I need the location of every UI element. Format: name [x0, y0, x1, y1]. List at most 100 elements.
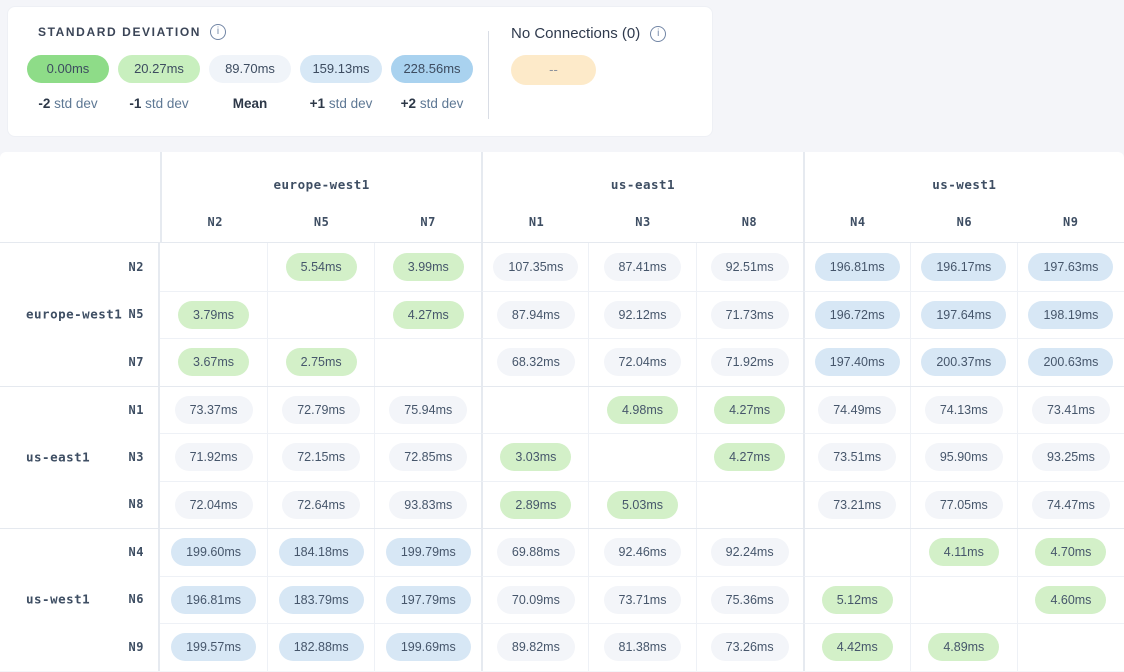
latency-pill[interactable]: 93.83ms: [389, 491, 467, 519]
latency-pill[interactable]: 197.79ms: [386, 586, 471, 614]
latency-pill[interactable]: 4.42ms: [822, 633, 893, 661]
matrix-row-N7: N7 3.67ms 2.75ms 68.32ms 72.04ms 71.92ms 197.4…: [0, 338, 1124, 386]
latency-pill[interactable]: 197.63ms: [1028, 253, 1113, 281]
latency-cell: 197.63ms: [1017, 243, 1124, 291]
latency-pill[interactable]: 70.09ms: [497, 586, 575, 614]
latency-pill[interactable]: 71.92ms: [175, 443, 253, 471]
latency-cell: 4.11ms: [910, 529, 1017, 576]
latency-pill[interactable]: 199.69ms: [386, 633, 471, 661]
latency-pill[interactable]: 92.51ms: [711, 253, 789, 281]
latency-pill[interactable]: 69.88ms: [497, 538, 575, 566]
latency-pill[interactable]: 2.75ms: [286, 348, 357, 376]
latency-pill[interactable]: 74.13ms: [925, 396, 1003, 424]
latency-cell: 72.04ms: [160, 481, 267, 529]
latency-pill[interactable]: 196.81ms: [815, 253, 900, 281]
latency-pill[interactable]: 92.46ms: [604, 538, 682, 566]
latency-pill[interactable]: 4.27ms: [714, 443, 785, 471]
latency-pill[interactable]: 87.94ms: [497, 301, 575, 329]
row-node-label: N1: [129, 403, 144, 417]
latency-cell: 81.38ms: [588, 623, 695, 671]
column-header-N2: N2: [162, 202, 268, 242]
latency-pill[interactable]: 3.99ms: [393, 253, 464, 281]
latency-pill[interactable]: 5.12ms: [822, 586, 893, 614]
latency-pill[interactable]: 71.73ms: [711, 301, 789, 329]
latency-pill[interactable]: 73.71ms: [604, 586, 682, 614]
latency-pill[interactable]: 3.03ms: [500, 443, 571, 471]
latency-pill[interactable]: 92.12ms: [604, 301, 682, 329]
latency-pill[interactable]: 75.94ms: [389, 396, 467, 424]
column-group-us-east1: us-east1N1N3N8: [481, 152, 802, 242]
latency-pill[interactable]: 4.11ms: [929, 538, 999, 566]
latency-pill[interactable]: 92.24ms: [711, 538, 789, 566]
latency-cell: 75.36ms: [696, 576, 803, 624]
latency-cell: 72.04ms: [588, 338, 695, 386]
latency-pill[interactable]: 4.70ms: [1035, 538, 1106, 566]
latency-pill[interactable]: 3.79ms: [178, 301, 249, 329]
latency-pill[interactable]: 4.98ms: [607, 396, 678, 424]
matrix-row-N9: N9199.57ms182.88ms199.69ms89.82ms81.38ms…: [0, 623, 1124, 671]
matrix-row-N1: N1 73.37ms 72.79ms 75.94ms 4.98ms 4.27ms 74.49…: [0, 386, 1124, 434]
latency-pill[interactable]: 73.21ms: [818, 491, 896, 519]
latency-pill[interactable]: 75.36ms: [711, 586, 789, 614]
latency-pill[interactable]: 87.41ms: [604, 253, 682, 281]
latency-pill[interactable]: 73.37ms: [175, 396, 253, 424]
latency-pill[interactable]: 73.26ms: [711, 633, 789, 661]
no-connections-pill: --: [511, 55, 596, 85]
latency-pill[interactable]: 93.25ms: [1032, 443, 1110, 471]
latency-cell: 73.26ms: [696, 623, 803, 671]
latency-pill[interactable]: 199.57ms: [171, 633, 256, 661]
no-connections-info-icon[interactable]: i: [650, 26, 666, 42]
latency-pill[interactable]: 72.15ms: [282, 443, 360, 471]
row-node-label: N7: [129, 355, 144, 369]
no-connections-legend: No Connections (0) i --: [511, 25, 666, 85]
latency-pill[interactable]: 197.64ms: [921, 301, 1006, 329]
latency-pill[interactable]: 5.54ms: [286, 253, 357, 281]
latency-cell: 5.03ms: [588, 481, 695, 529]
latency-pill[interactable]: 95.90ms: [925, 443, 1003, 471]
latency-pill[interactable]: 4.27ms: [393, 301, 464, 329]
latency-pill[interactable]: 199.79ms: [386, 538, 471, 566]
latency-cell: 92.24ms: [696, 529, 803, 576]
latency-cell: 93.25ms: [1017, 433, 1124, 481]
latency-pill[interactable]: 2.89ms: [500, 491, 571, 519]
latency-pill[interactable]: 196.72ms: [815, 301, 900, 329]
latency-pill[interactable]: 68.32ms: [497, 348, 575, 376]
latency-pill[interactable]: 5.03ms: [607, 491, 678, 519]
latency-pill[interactable]: 182.88ms: [279, 633, 364, 661]
latency-cell: 200.37ms: [910, 338, 1017, 386]
latency-pill[interactable]: 3.67ms: [178, 348, 249, 376]
latency-pill[interactable]: 72.04ms: [175, 491, 253, 519]
latency-pill[interactable]: 81.38ms: [604, 633, 682, 661]
latency-pill[interactable]: 74.49ms: [818, 396, 896, 424]
column-header-N7: N7: [375, 202, 481, 242]
std-dev-pill-plus1: 159.13ms: [300, 55, 382, 83]
latency-pill[interactable]: 72.85ms: [389, 443, 467, 471]
latency-pill[interactable]: 77.05ms: [925, 491, 1003, 519]
latency-pill[interactable]: 183.79ms: [279, 586, 364, 614]
latency-pill[interactable]: 200.37ms: [921, 348, 1006, 376]
latency-pill[interactable]: 198.19ms: [1028, 301, 1113, 329]
column-region-label: us-west1: [805, 152, 1124, 202]
std-dev-info-icon[interactable]: i: [210, 24, 226, 40]
latency-pill[interactable]: 4.60ms: [1035, 586, 1106, 614]
latency-pill[interactable]: 74.47ms: [1032, 491, 1110, 519]
latency-pill[interactable]: 200.63ms: [1028, 348, 1113, 376]
latency-cell: 93.83ms: [374, 481, 481, 529]
latency-pill[interactable]: 199.60ms: [171, 538, 256, 566]
latency-pill[interactable]: 197.40ms: [815, 348, 900, 376]
latency-pill[interactable]: 72.79ms: [282, 396, 360, 424]
latency-pill[interactable]: 89.82ms: [497, 633, 575, 661]
latency-pill[interactable]: 4.27ms: [714, 396, 785, 424]
latency-pill[interactable]: 4.89ms: [928, 633, 999, 661]
latency-pill[interactable]: 71.92ms: [711, 348, 789, 376]
latency-pill[interactable]: 107.35ms: [493, 253, 578, 281]
latency-pill[interactable]: 73.51ms: [818, 443, 896, 471]
latency-pill[interactable]: 196.81ms: [171, 586, 256, 614]
latency-pill[interactable]: 72.64ms: [282, 491, 360, 519]
latency-pill[interactable]: 73.41ms: [1032, 396, 1110, 424]
latency-pill[interactable]: 72.04ms: [604, 348, 682, 376]
latency-pill[interactable]: 196.17ms: [921, 253, 1006, 281]
latency-pill[interactable]: 184.18ms: [279, 538, 364, 566]
latency-cell: [1017, 623, 1124, 671]
latency-cell: 200.63ms: [1017, 338, 1124, 386]
